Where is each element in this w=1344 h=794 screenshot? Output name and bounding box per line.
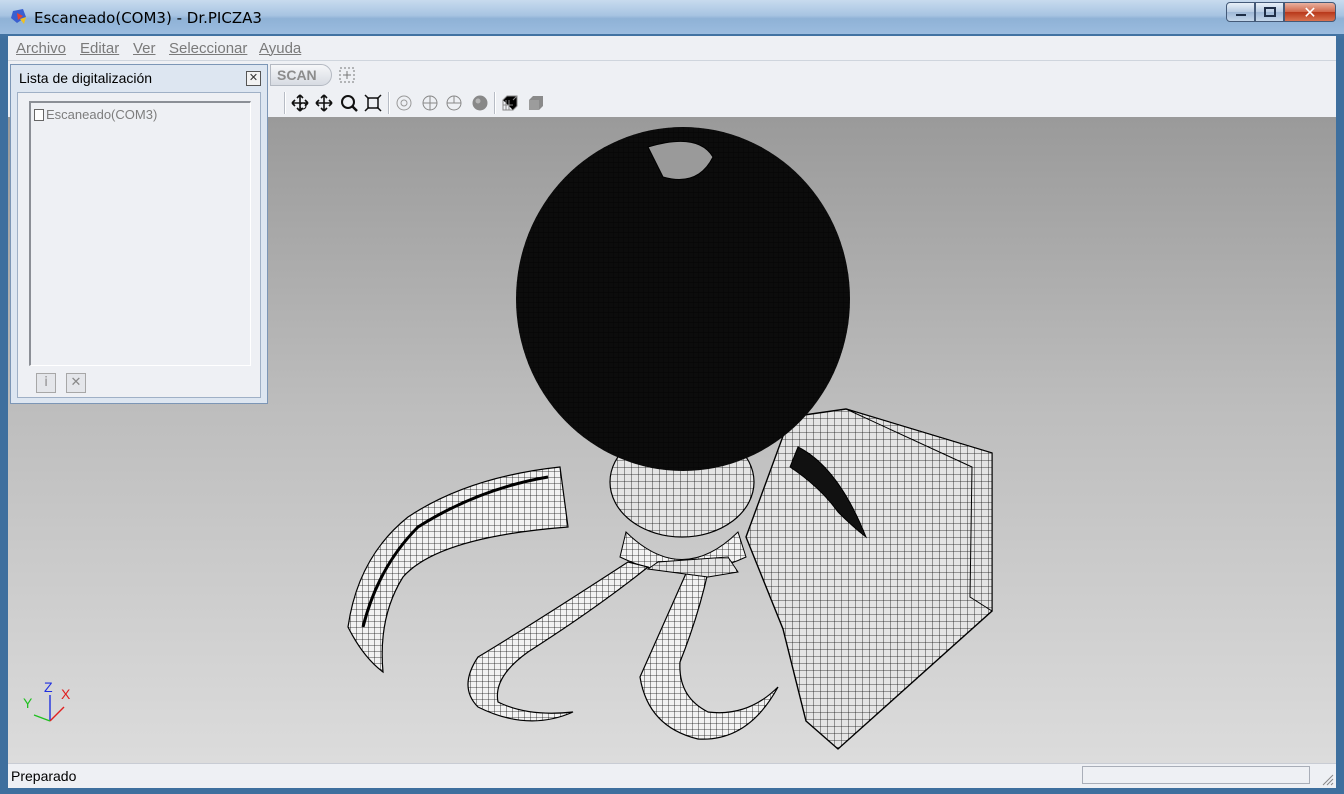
- view-side-icon[interactable]: [419, 92, 441, 114]
- fit-view-icon[interactable]: [362, 92, 384, 114]
- solid-icon[interactable]: [525, 92, 547, 114]
- list-item[interactable]: Escaneado(COM3): [34, 107, 157, 122]
- delete-button[interactable]: ✕: [66, 373, 86, 393]
- panel-body: Escaneado(COM3) i ✕: [17, 92, 261, 398]
- resize-grip-icon[interactable]: [1320, 772, 1334, 786]
- minimize-icon: [1235, 14, 1246, 16]
- select-area-icon[interactable]: [336, 64, 358, 86]
- toolbar-separator: [284, 92, 286, 114]
- app-icon: [11, 9, 26, 24]
- close-icon: ✕: [1303, 2, 1317, 22]
- scan-list[interactable]: Escaneado(COM3): [29, 101, 251, 366]
- status-bar: Preparado: [8, 763, 1336, 788]
- maximize-icon: [1263, 7, 1276, 17]
- window-title: Escaneado(COM3) - Dr.PICZA3: [34, 9, 262, 27]
- title-bar[interactable]: Escaneado(COM3) - Dr.PICZA3 ✕: [0, 0, 1344, 34]
- pan-rotate-icon[interactable]: [289, 92, 311, 114]
- view-top-icon[interactable]: [443, 92, 465, 114]
- menu-archivo[interactable]: Archivo: [16, 40, 66, 57]
- scan-button[interactable]: SCAN: [270, 64, 332, 86]
- panel-title: Lista de digitalización: [19, 70, 153, 86]
- list-item-label: Escaneado(COM3): [46, 107, 158, 122]
- info-button[interactable]: i: [36, 373, 56, 393]
- minimize-button[interactable]: [1226, 2, 1255, 22]
- maximize-button[interactable]: [1255, 2, 1284, 22]
- close-button[interactable]: ✕: [1284, 2, 1336, 22]
- document-icon: [34, 108, 44, 121]
- status-text: Preparado: [11, 768, 77, 784]
- close-icon: ✕: [248, 71, 259, 84]
- move-icon[interactable]: [313, 92, 335, 114]
- delete-icon: ✕: [70, 375, 82, 390]
- menu-editar[interactable]: Editar: [80, 40, 119, 57]
- shaded-sphere-icon[interactable]: [469, 92, 491, 114]
- toolbar-separator: [388, 92, 390, 114]
- toolbar-separator: [494, 92, 496, 114]
- axis-y-label: Y: [23, 695, 33, 711]
- panel-close-button[interactable]: ✕: [246, 71, 261, 86]
- axis-x-label: X: [61, 686, 71, 702]
- info-icon: i: [44, 375, 48, 390]
- status-pane: [1082, 766, 1310, 784]
- axis-z-label: Z: [44, 679, 53, 695]
- zoom-icon[interactable]: [338, 92, 360, 114]
- scan-list-panel[interactable]: Lista de digitalización ✕ Escaneado(COM3…: [10, 64, 268, 404]
- menu-bar: Archivo Editar Ver Seleccionar Ayuda: [8, 36, 1336, 61]
- menu-ver[interactable]: Ver: [133, 40, 156, 57]
- view-front-icon[interactable]: [393, 92, 415, 114]
- mesh-icon[interactable]: [499, 92, 521, 114]
- menu-ayuda[interactable]: Ayuda: [259, 40, 301, 57]
- menu-seleccionar[interactable]: Seleccionar: [169, 40, 247, 57]
